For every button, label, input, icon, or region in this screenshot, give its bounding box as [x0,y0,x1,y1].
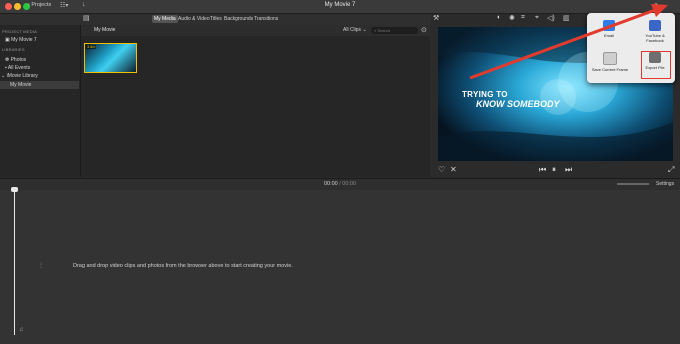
timecode: 00:00 / 00:00 [0,181,680,187]
timeline-settings-button[interactable]: Settings [656,181,674,187]
timeline-drop-message: Drag and drop video clips and photos fro… [73,263,293,269]
playhead[interactable] [14,190,15,335]
audio-icon: ♫ [19,327,24,333]
zoom-slider[interactable] [617,183,649,185]
current-time: 00:00 [323,181,338,187]
time-separator: / [339,181,341,187]
drag-handle-icon: ⋮ [38,263,44,269]
total-time: 00:00 [342,181,357,187]
